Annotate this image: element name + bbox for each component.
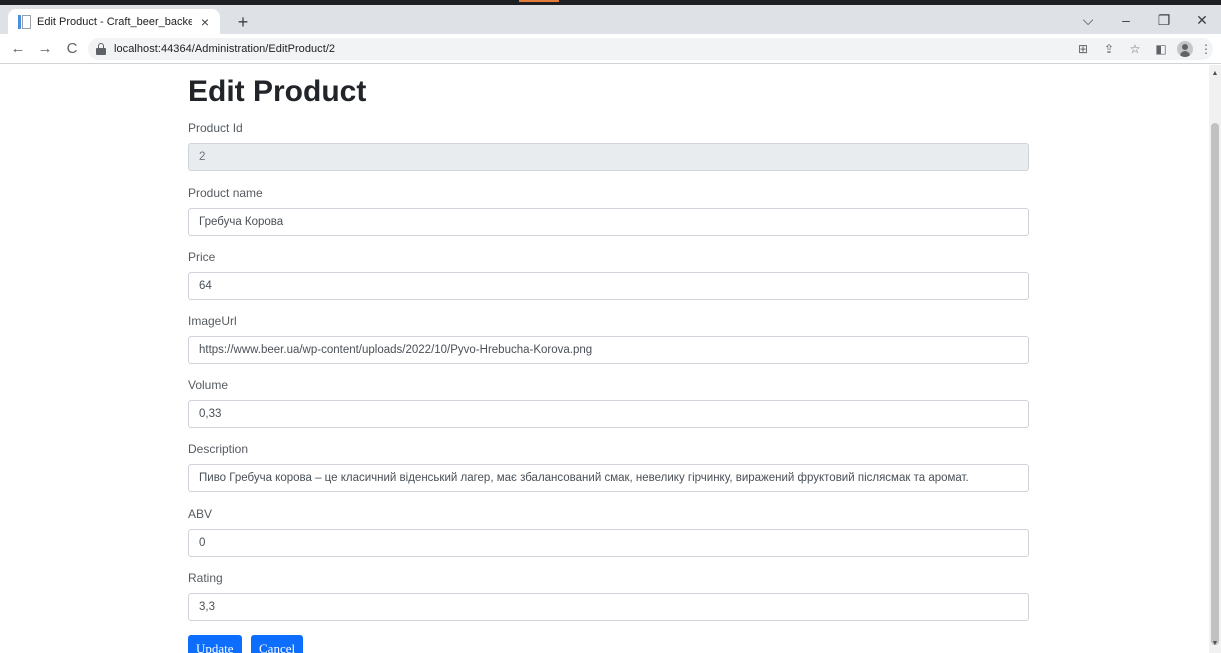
restore-button[interactable]: ❐ [1145, 7, 1183, 33]
url-text[interactable]: localhost:44364/Administration/EditProdu… [114, 43, 335, 55]
rating-input[interactable] [188, 593, 1029, 621]
tab-search-icon[interactable]: ⌵ [1069, 7, 1107, 33]
update-button[interactable]: Update [188, 635, 242, 653]
translate-icon[interactable]: ⊞ [1073, 38, 1093, 60]
browser-toolbar: ← → C localhost:44364/Administration/Edi… [0, 34, 1221, 64]
volume-input[interactable] [188, 400, 1029, 428]
cancel-button[interactable]: Cancel [251, 635, 304, 653]
side-panel-icon[interactable]: ◧ [1151, 38, 1171, 60]
toolbar-actions: ⊞ ⇪ ☆ ◧ ⋮ [1067, 38, 1213, 60]
reload-icon[interactable]: C [60, 37, 84, 61]
image-url-label: ImageUrl [188, 314, 237, 328]
abv-input[interactable] [188, 529, 1029, 557]
product-id-label: Product Id [188, 121, 243, 135]
abv-label: ABV [188, 507, 213, 521]
description-input[interactable] [188, 464, 1029, 492]
page-favicon-icon [18, 14, 31, 29]
price-label: Price [188, 250, 216, 264]
product-name-label: Product name [188, 186, 263, 200]
image-url-input[interactable] [188, 336, 1029, 364]
bookmark-star-icon[interactable]: ☆ [1125, 38, 1145, 60]
price-input[interactable] [188, 272, 1029, 300]
page-scrollbar[interactable]: ▲ ▼ [1209, 65, 1221, 653]
share-icon[interactable]: ⇪ [1099, 38, 1119, 60]
scroll-down-icon[interactable]: ▼ [1209, 637, 1221, 651]
product-name-input[interactable] [188, 208, 1029, 236]
minimize-button[interactable]: – [1107, 7, 1145, 33]
rating-label: Rating [188, 571, 223, 585]
tab-close-icon[interactable]: × [198, 15, 212, 29]
scroll-thumb[interactable] [1211, 123, 1219, 645]
tab-title: Edit Product - Craft_beer_backe [37, 15, 192, 28]
lock-icon[interactable] [96, 43, 106, 55]
volume-label: Volume [188, 378, 229, 392]
description-label: Description [188, 442, 249, 456]
back-arrow-icon[interactable]: ← [6, 37, 30, 61]
profile-avatar-icon[interactable] [1177, 41, 1193, 57]
page-title: Edit Product [188, 75, 367, 108]
browser-tabstrip: Edit Product - Craft_beer_backe × + ⌵ – … [0, 0, 1221, 34]
product-id-input [188, 143, 1029, 171]
forward-arrow-icon[interactable]: → [33, 37, 57, 61]
browser-menu-icon[interactable]: ⋮ [1199, 38, 1213, 60]
window-controls: ⌵ – ❐ ✕ [1069, 7, 1221, 33]
close-window-button[interactable]: ✕ [1183, 7, 1221, 33]
address-bar[interactable]: localhost:44364/Administration/EditProdu… [88, 38, 1213, 60]
browser-tab-active[interactable]: Edit Product - Craft_beer_backe × [8, 9, 220, 34]
new-tab-button[interactable]: + [232, 11, 254, 33]
scroll-up-icon[interactable]: ▲ [1209, 67, 1221, 81]
tabstrip-accent [519, 0, 559, 2]
